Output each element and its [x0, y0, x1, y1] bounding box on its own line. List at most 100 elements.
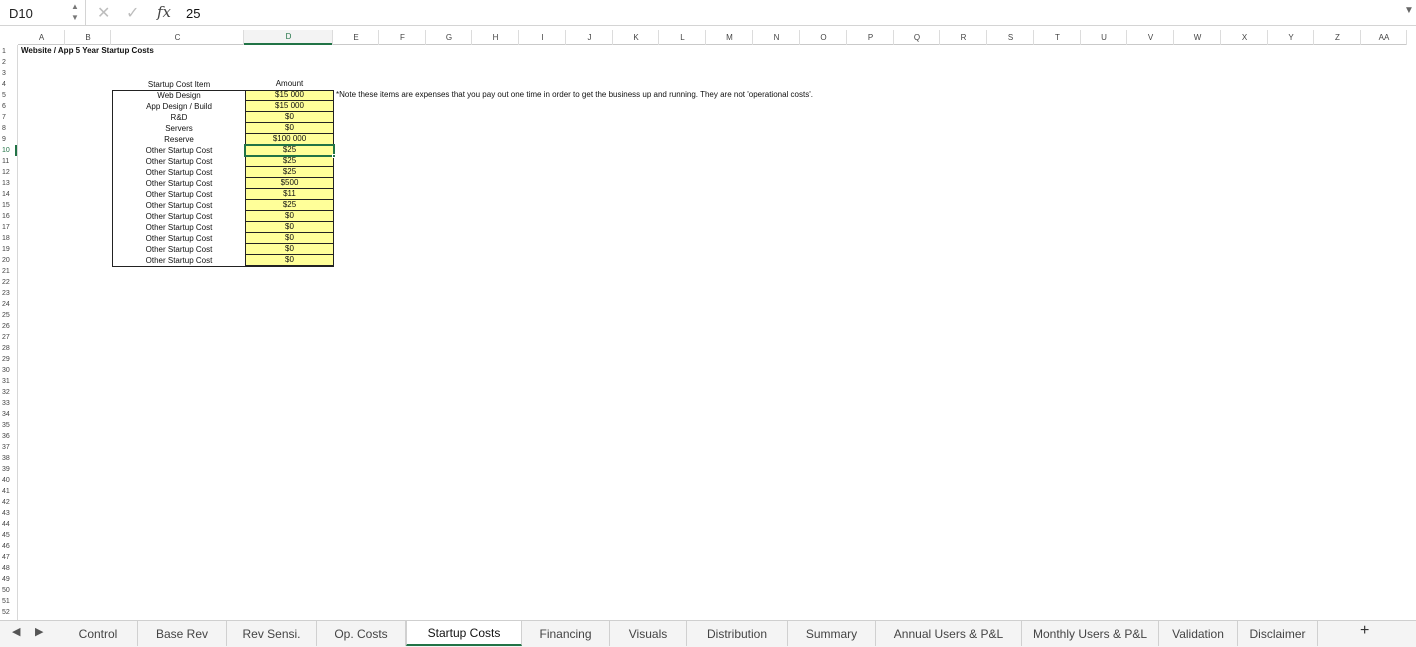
name-box-down-arrow-icon[interactable]: ▼: [71, 13, 79, 22]
column-header-f[interactable]: F: [379, 30, 426, 45]
row-header-1[interactable]: 1: [0, 46, 17, 57]
row-header-52[interactable]: 52: [0, 607, 17, 618]
next-sheet-icon[interactable]: ▶: [35, 625, 43, 638]
row-header-35[interactable]: 35: [0, 420, 17, 431]
fill-handle[interactable]: [332, 154, 336, 158]
sheet-tab-base-rev[interactable]: Base Rev: [138, 621, 227, 646]
column-header-y[interactable]: Y: [1268, 30, 1314, 45]
row-header-5[interactable]: 5: [0, 90, 17, 101]
row-header-9[interactable]: 9: [0, 134, 17, 145]
column-header-c[interactable]: C: [111, 30, 244, 45]
row-header-20[interactable]: 20: [0, 255, 17, 266]
sheet-tab-startup-costs[interactable]: Startup Costs: [406, 621, 522, 646]
column-header-h[interactable]: H: [472, 30, 519, 45]
row-header-51[interactable]: 51: [0, 596, 17, 607]
row-header-14[interactable]: 14: [0, 189, 17, 200]
row-header-8[interactable]: 8: [0, 123, 17, 134]
column-header-e[interactable]: E: [333, 30, 379, 45]
column-separator[interactable]: [1406, 30, 1407, 45]
prev-sheet-icon[interactable]: ◀: [12, 625, 20, 638]
name-box-up-arrow-icon[interactable]: ▲: [71, 2, 79, 11]
column-header-aa[interactable]: AA: [1361, 30, 1407, 45]
column-header-o[interactable]: O: [800, 30, 847, 45]
row-header-50[interactable]: 50: [0, 585, 17, 596]
row-header-3[interactable]: 3: [0, 68, 17, 79]
sheet-tab-validation[interactable]: Validation: [1159, 621, 1238, 646]
row-header-37[interactable]: 37: [0, 442, 17, 453]
column-header-s[interactable]: S: [987, 30, 1034, 45]
add-sheet-button[interactable]: +: [1360, 622, 1369, 640]
table-header-item[interactable]: Startup Cost Item: [113, 79, 245, 90]
column-header-j[interactable]: J: [566, 30, 613, 45]
row-header-32[interactable]: 32: [0, 387, 17, 398]
row-header-12[interactable]: 12: [0, 167, 17, 178]
column-header-r[interactable]: R: [940, 30, 987, 45]
column-header-w[interactable]: W: [1174, 30, 1221, 45]
row-header-43[interactable]: 43: [0, 508, 17, 519]
row-header-47[interactable]: 47: [0, 552, 17, 563]
row-header-7[interactable]: 7: [0, 112, 17, 123]
sheet-tab-annual-users-p-l[interactable]: Annual Users & P&L: [876, 621, 1022, 646]
row-header-13[interactable]: 13: [0, 178, 17, 189]
name-box[interactable]: D10 ▲ ▼: [0, 0, 86, 26]
column-header-x[interactable]: X: [1221, 30, 1268, 45]
column-header-m[interactable]: M: [706, 30, 753, 45]
row-header-28[interactable]: 28: [0, 343, 17, 354]
row-header-36[interactable]: 36: [0, 431, 17, 442]
row-header-26[interactable]: 26: [0, 321, 17, 332]
row-header-18[interactable]: 18: [0, 233, 17, 244]
insert-function-icon[interactable]: fx: [157, 3, 171, 21]
row-header-33[interactable]: 33: [0, 398, 17, 409]
active-cell-cursor[interactable]: [244, 144, 335, 157]
row-header-19[interactable]: 19: [0, 244, 17, 255]
column-header-i[interactable]: I: [519, 30, 566, 45]
column-header-n[interactable]: N: [753, 30, 800, 45]
row-header-25[interactable]: 25: [0, 310, 17, 321]
row-header-16[interactable]: 16: [0, 211, 17, 222]
row-header-38[interactable]: 38: [0, 453, 17, 464]
column-header-b[interactable]: B: [65, 30, 111, 45]
row-header-15[interactable]: 15: [0, 200, 17, 211]
sheet-title[interactable]: Website / App 5 Year Startup Costs: [21, 46, 154, 55]
sheet-tab-distribution[interactable]: Distribution: [687, 621, 788, 646]
row-header-41[interactable]: 41: [0, 486, 17, 497]
sheet-tab-financing[interactable]: Financing: [522, 621, 610, 646]
expand-formula-bar-icon[interactable]: ▼: [1404, 5, 1414, 16]
column-header-q[interactable]: Q: [894, 30, 940, 45]
sheet-tab-op-costs[interactable]: Op. Costs: [317, 621, 406, 646]
row-header-31[interactable]: 31: [0, 376, 17, 387]
row-header-24[interactable]: 24: [0, 299, 17, 310]
row-header-4[interactable]: 4: [0, 79, 17, 90]
row-header-48[interactable]: 48: [0, 563, 17, 574]
column-header-a[interactable]: A: [18, 30, 65, 45]
sheet-tab-disclaimer[interactable]: Disclaimer: [1238, 621, 1318, 646]
row-header-11[interactable]: 11: [0, 156, 17, 167]
cancel-icon[interactable]: ✕: [97, 3, 110, 23]
row-header-22[interactable]: 22: [0, 277, 17, 288]
row-header-39[interactable]: 39: [0, 464, 17, 475]
enter-icon[interactable]: ✓: [126, 3, 139, 23]
row-header-42[interactable]: 42: [0, 497, 17, 508]
column-header-l[interactable]: L: [659, 30, 706, 45]
row-header-27[interactable]: 27: [0, 332, 17, 343]
row-header-10[interactable]: 10: [0, 145, 17, 156]
formula-input[interactable]: 25: [186, 6, 200, 21]
row-header-49[interactable]: 49: [0, 574, 17, 585]
column-header-z[interactable]: Z: [1314, 30, 1361, 45]
row-header-46[interactable]: 46: [0, 541, 17, 552]
column-header-g[interactable]: G: [426, 30, 472, 45]
sheet-tab-rev-sensi[interactable]: Rev Sensi.: [227, 621, 317, 646]
column-header-k[interactable]: K: [613, 30, 659, 45]
row-header-17[interactable]: 17: [0, 222, 17, 233]
row-header-2[interactable]: 2: [0, 57, 17, 68]
row-header-40[interactable]: 40: [0, 475, 17, 486]
row-header-29[interactable]: 29: [0, 354, 17, 365]
row-header-21[interactable]: 21: [0, 266, 17, 277]
column-header-t[interactable]: T: [1034, 30, 1081, 45]
row-header-34[interactable]: 34: [0, 409, 17, 420]
row-header-6[interactable]: 6: [0, 101, 17, 112]
sheet-tab-summary[interactable]: Summary: [788, 621, 876, 646]
sheet-tab-control[interactable]: Control: [59, 621, 138, 646]
column-header-u[interactable]: U: [1081, 30, 1127, 45]
column-header-p[interactable]: P: [847, 30, 894, 45]
